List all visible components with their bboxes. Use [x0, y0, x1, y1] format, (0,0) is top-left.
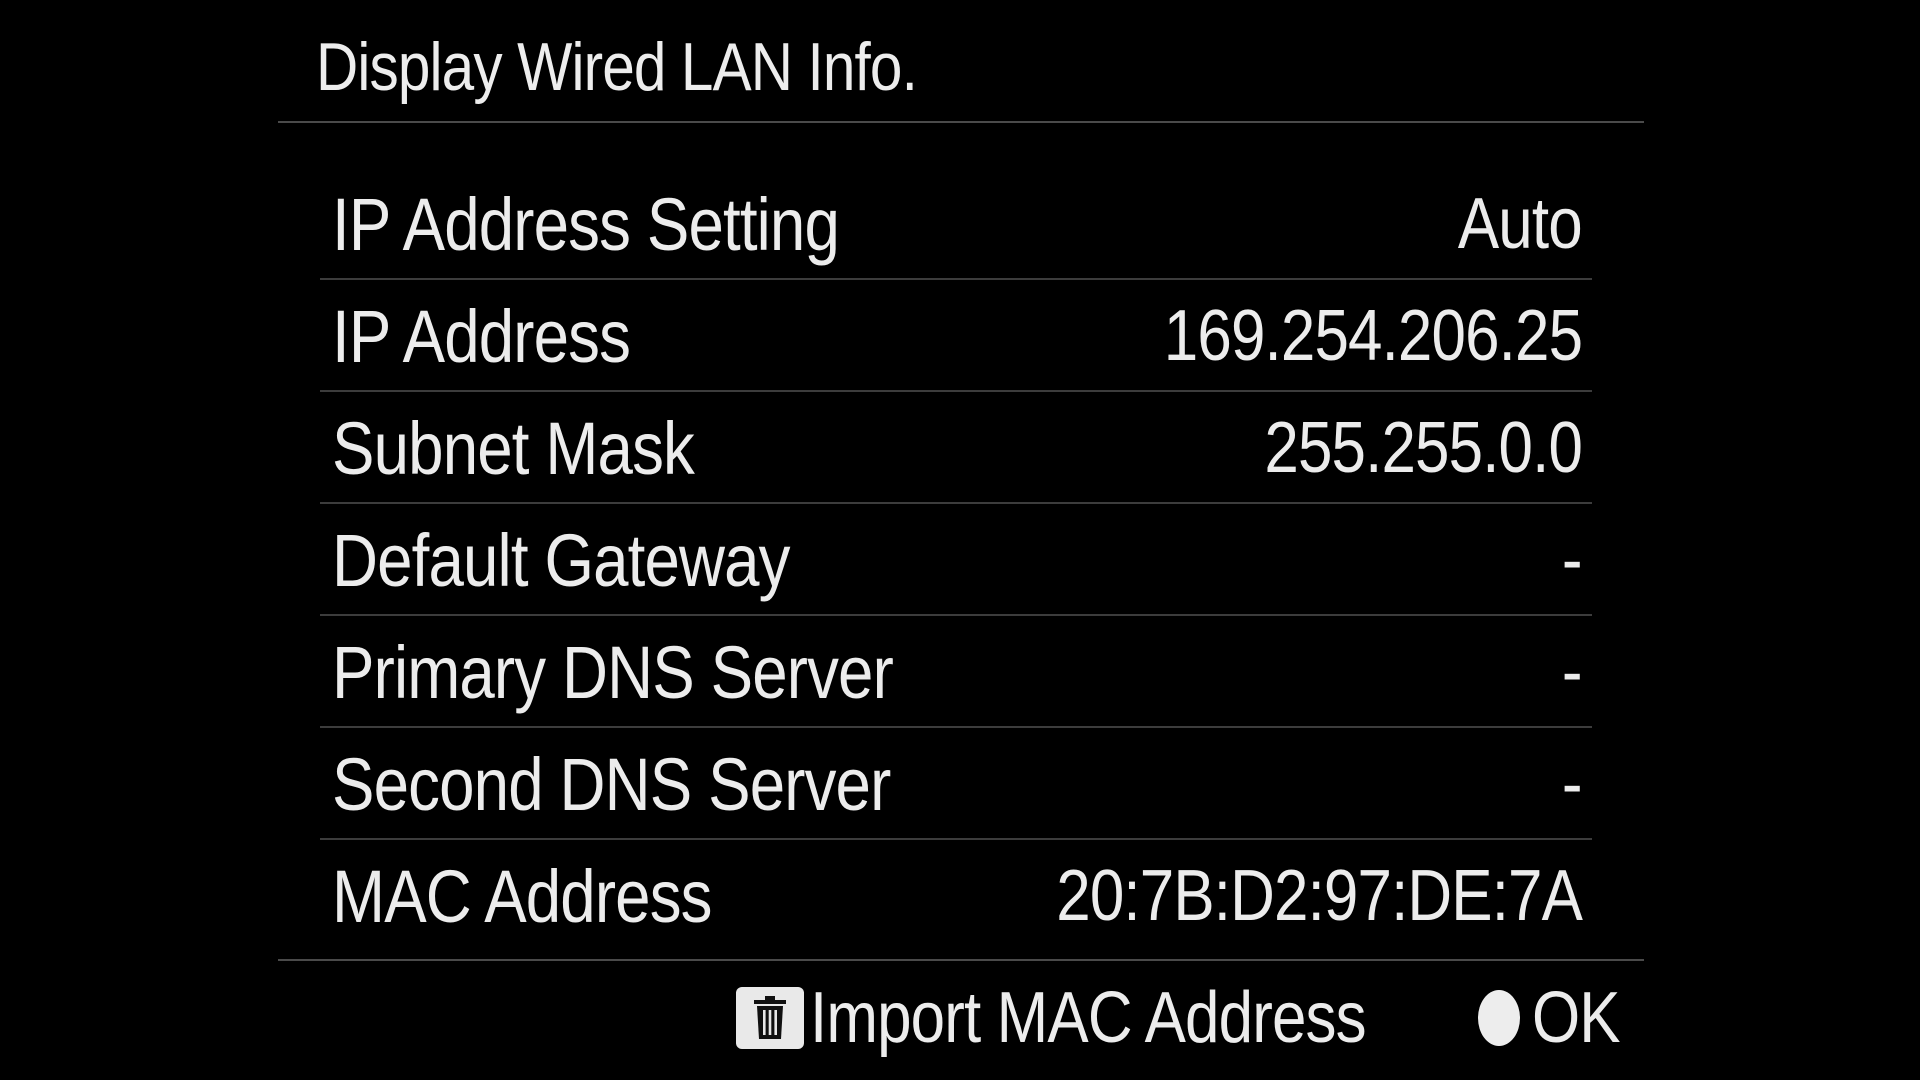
footer-divider [278, 959, 1644, 961]
center-button-dot-icon [1478, 990, 1520, 1046]
row-ip-address: IP Address 169.254.206.25 [320, 280, 1592, 392]
ok-label: OK [1532, 978, 1621, 1058]
row-ip-address-setting: IP Address Setting Auto [320, 168, 1592, 280]
row-value: - [1561, 520, 1583, 600]
ok-button[interactable]: OK [1478, 968, 1634, 1068]
row-value: - [1561, 632, 1583, 712]
info-list: IP Address Setting Auto IP Address 169.2… [320, 168, 1592, 952]
row-subnet-mask: Subnet Mask 255.255.0.0 [320, 392, 1592, 504]
page-title: Display Wired LAN Info. [316, 29, 918, 105]
row-second-dns-server: Second DNS Server - [320, 728, 1592, 840]
trash-icon [736, 987, 804, 1049]
row-value: 20:7B:D2:97:DE:7A [1055, 856, 1583, 936]
row-value: Auto [1457, 184, 1583, 264]
button-guide: Import MAC Address OK [0, 968, 1920, 1068]
row-label: IP Address Setting [332, 182, 840, 266]
row-value: - [1561, 744, 1583, 824]
row-label: IP Address [332, 294, 631, 378]
import-mac-address-label: Import MAC Address [810, 978, 1367, 1058]
row-label: Primary DNS Server [332, 630, 894, 714]
row-label: MAC Address [332, 854, 712, 938]
wired-lan-info-screen: Display Wired LAN Info. IP Address Setti… [0, 0, 1920, 1080]
row-value: 255.255.0.0 [1264, 408, 1583, 488]
row-label: Subnet Mask [332, 406, 695, 490]
row-primary-dns-server: Primary DNS Server - [320, 616, 1592, 728]
row-value: 169.254.206.25 [1163, 296, 1582, 376]
title-divider [278, 121, 1644, 123]
import-mac-address-button[interactable]: Import MAC Address [736, 968, 1456, 1068]
row-default-gateway: Default Gateway - [320, 504, 1592, 616]
row-label: Default Gateway [332, 518, 790, 602]
row-mac-address: MAC Address 20:7B:D2:97:DE:7A [320, 840, 1592, 952]
row-label: Second DNS Server [332, 742, 891, 826]
